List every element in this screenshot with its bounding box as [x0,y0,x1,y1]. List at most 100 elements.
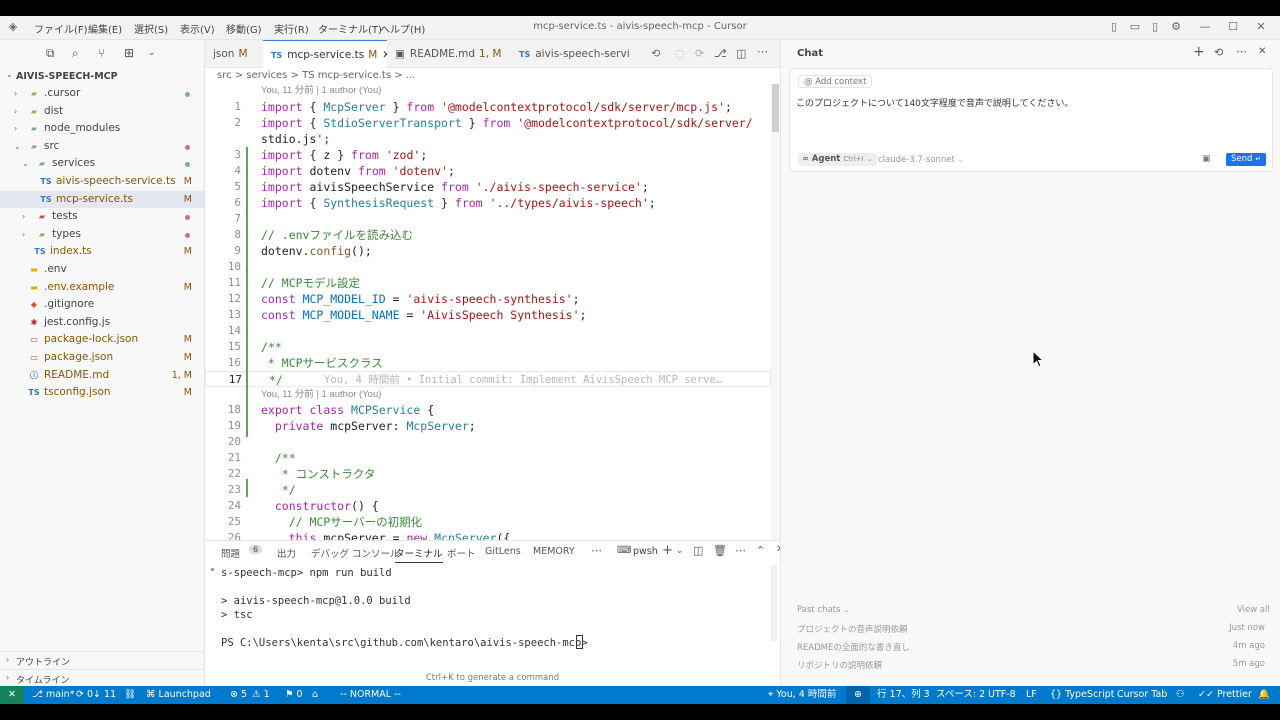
panel-tab[interactable]: MEMORY [533,546,575,557]
git-blame-indicator[interactable]: ⌖ You, 4 時間前 [768,686,836,704]
code-line[interactable]: 7 [205,211,771,227]
problems-indicator[interactable]: ⊗ 5 ⚠ 1 [230,686,270,704]
outline-section[interactable]: › アウトライン [0,651,204,669]
past-chat-item[interactable]: プロジェクトの音声説明依頼 Just now [797,623,1265,639]
kill-terminal-icon[interactable]: 🗑 [713,544,727,557]
chat-history-icon[interactable]: ⟲ [1214,46,1223,59]
chevron-down-icon[interactable]: ⌄ [6,70,13,79]
tree-file[interactable]: TS mcp-service.ts M [0,190,204,209]
code-editor[interactable]: You, 11 分前 | 1 author (You) 1 import { Mcp… [205,84,771,545]
breadcrumb[interactable]: src > services > TS mcp-service.ts > ... [217,70,415,81]
code-line[interactable]: 17 */ You, 4 時間前 • Initial commit: Implem… [205,371,771,387]
code-line[interactable]: 13 const MCP_MODEL_NAME = 'AivisSpeech Sy… [205,307,771,323]
code-line[interactable]: 24 constructor() { [205,498,771,514]
past-chat-item[interactable]: READMEの全面的な書き直し 4m ago [797,641,1265,657]
next-change-icon[interactable]: ⟳ [695,47,704,60]
toggle-secondary-sidebar-icon[interactable]: ▯ [1148,20,1162,34]
account-icon[interactable]: ⚇ [1176,686,1185,704]
launchpad-button[interactable]: ⌘ Launchpad [146,686,211,704]
code-line[interactable]: 25 // MCPサーバーの初期化 [205,514,771,530]
code-line[interactable]: 2 import { StdioServerTransport } from '@… [205,115,771,131]
new-chat-icon[interactable]: + [1193,44,1205,60]
terminal-output[interactable]: s-speech-mcp> npm run build > aivis-speec… [205,565,771,665]
code-line[interactable]: 22 * コンストラクタ [205,466,771,482]
git-change-marker[interactable] [246,306,248,370]
tree-file[interactable]: TS tsconfig.json M [0,384,204,402]
maximize-icon[interactable]: ☐ [1226,20,1240,34]
tab-mcp-service[interactable]: TSmcp-service.tsM✕ [263,40,387,68]
extension-status-icon[interactable]: ⌂ [312,686,318,704]
cursor-tab-indicator[interactable]: Cursor Tab [1117,686,1167,704]
more-actions-icon[interactable]: ⋯ [757,45,768,58]
code-line[interactable]: 3 import { z } from 'zod'; [205,147,771,163]
tab-aivis-speech-service[interactable]: TS aivis-speech-servic [511,40,629,68]
code-line[interactable]: 9 dotenv.config(); [205,243,771,259]
view-all-link[interactable]: View all [1237,605,1270,615]
code-line[interactable]: 10 [205,259,771,275]
code-line[interactable]: 6 import { SynthesisRequest } from '../ty… [205,195,771,211]
panel-tab[interactable]: 問題 [221,546,240,560]
tree-folder[interactable]: › ▰ types [0,226,204,244]
terminal-scrollbar[interactable] [771,565,777,641]
previous-change-icon[interactable]: ◌ [675,47,685,60]
code-line[interactable]: 14 [205,323,771,339]
code-line[interactable]: 11 // MCPモデル設定 [205,275,771,291]
tree-folder[interactable]: ⌄ ▰ src [0,138,204,156]
more-actions-icon[interactable]: ⋯ [1236,45,1247,58]
tree-file[interactable]: ▭ package-lock.json M [0,331,204,349]
new-terminal-icon[interactable]: + [662,543,673,558]
past-chats-header[interactable]: Past chats ⌄ [797,605,849,615]
model-selector[interactable]: claude-3.7-sonnet ⌄ [878,155,964,165]
timeline-section[interactable]: › タイムライン [0,669,204,687]
code-line[interactable]: 4 import dotenv from 'dotenv'; [205,163,771,179]
code-line[interactable]: 16 * MCPサービスクラス [205,355,771,371]
code-line[interactable]: 12 const MCP_MODEL_ID = 'aivis-speech-syn… [205,291,771,307]
panel-tab[interactable]: ターミナル [395,546,443,563]
git-change-marker[interactable] [246,479,248,497]
tree-file[interactable]: TS aivis-speech-service.ts M [0,173,204,191]
sync-indicator[interactable]: ⟳ 0↓ 11 [76,686,116,704]
split-terminal-icon[interactable]: ◫ [693,544,703,557]
chevron-down-icon[interactable]: ⌄ [676,546,684,556]
chat-message-text[interactable]: このプロジェクトについて140文字程度で音声で説明してください。 [796,96,1073,109]
code-line[interactable]: 18 export class MCPService { [205,402,771,418]
tree-folder[interactable]: › ▰ dist [0,103,204,121]
code-line[interactable]: 5 import aivisSpeechService from './aivis… [205,179,771,195]
panel-tab[interactable]: ポート [447,546,476,560]
git-compare-icon[interactable]: ⎇ [714,47,727,60]
remote-indicator-icon[interactable]: ✕ [0,686,24,704]
close-chat-icon[interactable]: ✕ [1258,46,1266,57]
tree-file[interactable]: ◆ .gitignore [0,296,204,314]
code-line[interactable]: 15 /** [205,339,771,355]
more-actions-icon[interactable]: ⋯ [735,544,746,557]
tree-file[interactable]: ⓘ README.md 1, M [0,367,204,385]
code-line[interactable]: stdio.js'; [205,131,771,147]
tree-file[interactable]: ▬ .env.example M [0,279,204,297]
language-mode[interactable]: {} TypeScript [1050,686,1114,704]
tree-folder[interactable]: › ▰ node_modules [0,120,204,138]
tree-folder[interactable]: ⌄ ▰ services [0,155,204,173]
chevron-down-icon[interactable]: ⌄ [148,48,156,58]
past-chat-item[interactable]: リポジトリの説明依頼 5m ago [797,659,1265,675]
more-actions-icon[interactable]: ⋯ [591,544,602,557]
settings-gear-icon[interactable]: ⚙ [1169,20,1183,34]
branch-indicator[interactable]: ⎇ main* [32,686,74,704]
chat-input-box[interactable]: @ Add context このプロジェクトについて140文字程度で音声で説明し… [789,68,1273,172]
toggle-panel-icon[interactable]: ▭ [1128,20,1142,34]
prettier-indicator[interactable]: ✓✓ Prettier [1198,686,1252,704]
panel-tab[interactable]: GitLens [485,546,521,557]
code-line[interactable]: 1 import { McpServer } from '@modelcontex… [205,99,771,115]
git-blame-annotation[interactable]: You, 11 分前 | 1 author (You) [261,388,381,402]
tree-file[interactable]: ▬ .env [0,261,204,279]
scrollbar-thumb[interactable] [772,84,779,132]
maximize-panel-icon[interactable]: ⌃ [756,544,765,557]
terminal-shell-label[interactable]: pwsh [633,546,658,557]
minimize-icon[interactable]: — [1198,20,1212,34]
explorer-icon[interactable]: ⧉ [46,46,55,61]
editor-scrollbar[interactable] [771,84,780,540]
git-change-marker[interactable] [246,387,248,437]
tree-file[interactable]: ▭ package.json M [0,349,204,367]
source-control-icon[interactable]: ⑂ [98,46,105,60]
zoom-icon[interactable]: ⊕ [846,686,870,704]
encoding[interactable]: UTF-8 [988,686,1016,704]
